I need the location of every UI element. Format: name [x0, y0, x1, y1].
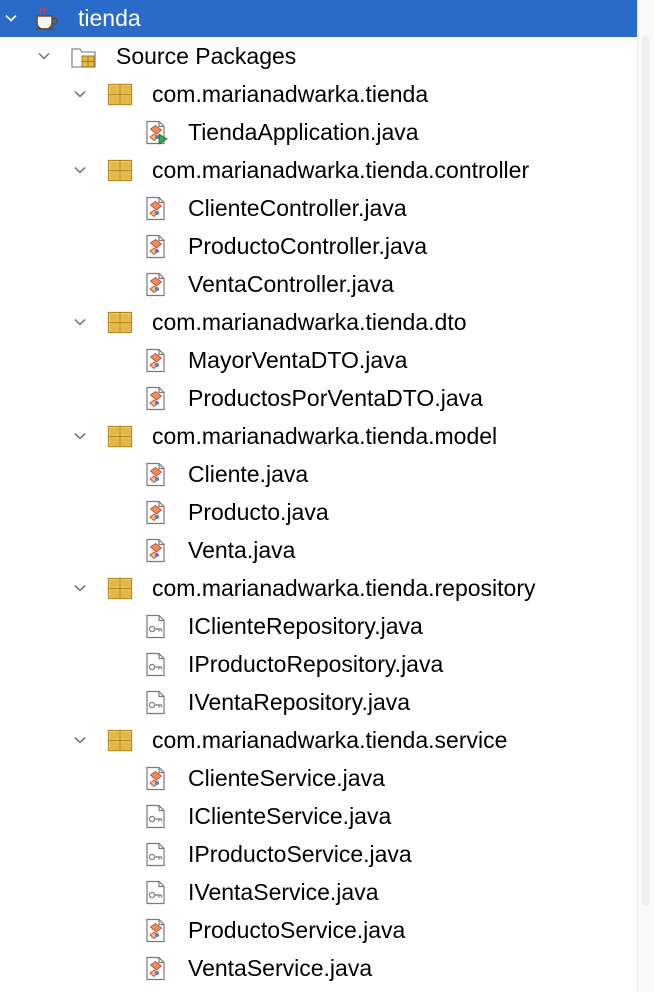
file-node-iventaservice[interactable]: IVentaService.java	[0, 873, 637, 911]
java-class-icon	[146, 766, 165, 791]
source-folder-icon	[71, 48, 96, 68]
file-node-iclienteservice[interactable]: IClienteService.java	[0, 797, 637, 835]
java-interface-icon	[146, 804, 165, 829]
file-node-productocontroller[interactable]: ProductoController.java	[0, 227, 637, 265]
file-node-producto[interactable]: Producto.java	[0, 493, 637, 531]
package-name: com.marianadwarka.tienda.service	[152, 727, 508, 753]
file-node-venta[interactable]: Venta.java	[0, 531, 637, 569]
file-name: Cliente.java	[188, 461, 309, 487]
package-name: com.marianadwarka.tienda.controller	[152, 157, 530, 183]
java-main-class-icon	[146, 120, 168, 145]
source-packages-node[interactable]: Source Packages	[0, 37, 637, 75]
file-node-clienteservice[interactable]: ClienteService.java	[0, 759, 637, 797]
package-node-model[interactable]: com.marianadwarka.tienda.model	[0, 417, 637, 455]
chevron-down-icon[interactable]	[38, 50, 50, 62]
file-name: IClienteRepository.java	[188, 613, 423, 639]
chevron-down-icon[interactable]	[74, 316, 86, 328]
file-node-ventacontroller[interactable]: VentaController.java	[0, 265, 637, 303]
java-class-icon	[146, 386, 165, 411]
file-node-tiendaapplication[interactable]: TiendaApplication.java	[0, 113, 637, 151]
file-node-iclienterepository[interactable]: IClienteRepository.java	[0, 607, 637, 645]
chevron-down-icon[interactable]	[74, 734, 86, 746]
java-class-icon	[146, 196, 165, 221]
file-name: ClienteService.java	[188, 765, 385, 791]
package-icon	[107, 83, 133, 106]
package-icon	[107, 159, 133, 182]
file-node-ventaservice[interactable]: VentaService.java	[0, 949, 637, 987]
java-class-icon	[146, 462, 165, 487]
file-node-cliente[interactable]: Cliente.java	[0, 455, 637, 493]
file-name: IVentaService.java	[188, 879, 379, 905]
file-name: TiendaApplication.java	[188, 119, 419, 145]
package-node-service[interactable]: com.marianadwarka.tienda.service	[0, 721, 637, 759]
chevron-down-icon[interactable]	[5, 12, 17, 24]
package-name: com.marianadwarka.tienda.dto	[152, 309, 467, 335]
file-name: IProductoService.java	[188, 841, 412, 867]
file-name: Venta.java	[188, 537, 296, 563]
java-class-icon	[146, 234, 165, 259]
file-name: VentaController.java	[188, 271, 394, 297]
java-class-icon	[146, 956, 165, 981]
file-node-iventarepository[interactable]: IVentaRepository.java	[0, 683, 637, 721]
project-name: tienda	[78, 5, 141, 31]
source-packages-label: Source Packages	[116, 43, 297, 69]
package-node-tienda[interactable]: com.marianadwarka.tienda	[0, 75, 637, 113]
package-node-controller[interactable]: com.marianadwarka.tienda.controller	[0, 151, 637, 189]
project-node-tienda[interactable]: tienda	[0, 0, 637, 37]
chevron-down-icon[interactable]	[74, 582, 86, 594]
package-name: com.marianadwarka.tienda	[152, 81, 429, 107]
file-name: ProductosPorVentaDTO.java	[188, 385, 483, 411]
java-interface-icon	[146, 614, 165, 639]
vertical-scrollbar[interactable]	[637, 0, 654, 992]
java-interface-icon	[146, 842, 165, 867]
package-icon	[107, 729, 133, 752]
file-node-clientecontroller[interactable]: ClienteController.java	[0, 189, 637, 227]
file-node-iproductorepository[interactable]: IProductoRepository.java	[0, 645, 637, 683]
java-class-icon	[146, 500, 165, 525]
file-name: ProductoService.java	[188, 917, 406, 943]
java-interface-icon	[146, 690, 165, 715]
java-interface-icon	[146, 880, 165, 905]
scrollbar-thumb[interactable]	[642, 36, 650, 906]
package-icon	[107, 311, 133, 334]
chevron-down-icon[interactable]	[74, 430, 86, 442]
file-node-productosporventadto[interactable]: ProductosPorVentaDTO.java	[0, 379, 637, 417]
file-node-mayorventadto[interactable]: MayorVentaDTO.java	[0, 341, 637, 379]
java-class-icon	[146, 918, 165, 943]
java-interface-icon	[146, 652, 165, 677]
package-icon	[107, 577, 133, 600]
package-name: com.marianadwarka.tienda.repository	[152, 575, 536, 601]
chevron-down-icon[interactable]	[74, 88, 86, 100]
package-node-dto[interactable]: com.marianadwarka.tienda.dto	[0, 303, 637, 341]
java-class-icon	[146, 538, 165, 563]
file-name: Producto.java	[188, 499, 329, 525]
package-node-repository[interactable]: com.marianadwarka.tienda.repository	[0, 569, 637, 607]
java-class-icon	[146, 272, 165, 297]
file-name: ClienteController.java	[188, 195, 407, 221]
coffee-cup-project-icon	[36, 6, 58, 30]
file-name: ProductoController.java	[188, 233, 428, 259]
java-class-icon	[146, 348, 165, 373]
file-node-productoservice[interactable]: ProductoService.java	[0, 911, 637, 949]
package-icon	[107, 425, 133, 448]
package-name: com.marianadwarka.tienda.model	[152, 423, 498, 449]
file-name: MayorVentaDTO.java	[188, 347, 408, 373]
file-name: IProductoRepository.java	[188, 651, 444, 677]
file-name: IClienteService.java	[188, 803, 392, 829]
file-name: IVentaRepository.java	[188, 689, 411, 715]
chevron-down-icon[interactable]	[74, 164, 86, 176]
file-name: VentaService.java	[188, 955, 373, 981]
file-node-iproductoservice[interactable]: IProductoService.java	[0, 835, 637, 873]
